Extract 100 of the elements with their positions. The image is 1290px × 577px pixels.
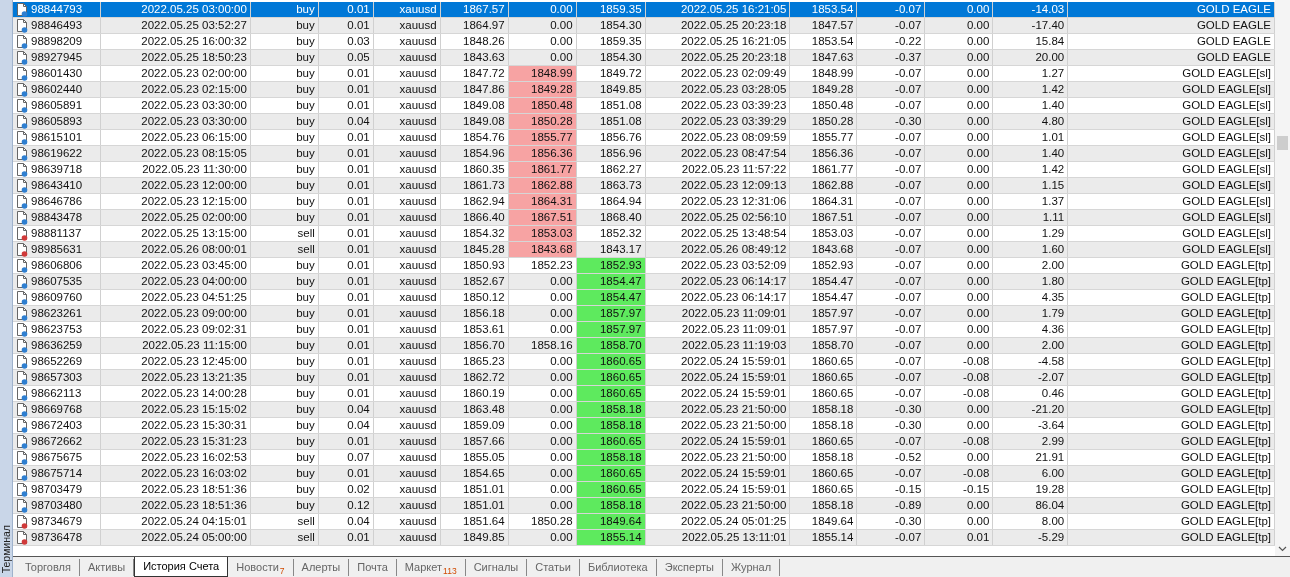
table-cell: 98606806 [31,258,83,273]
scroll-thumb[interactable] [1277,136,1288,150]
table-cell: 0.00 [925,338,994,353]
table-cell: xauusd [373,146,441,161]
table-row[interactable]: 98675714 2022.05.23 16:03:02 buy 0.01 xauusd 1854.65 0.00 1860.65 2022.05.24 15:59:01 1860.65 -0.07 -0.08 6.00 GOLD EAGLE[tp] [13,466,1275,482]
table-cell: 2022.05.23 08:15:05 [100,146,251,161]
table-cell: 2022.05.23 06:15:00 [100,130,251,145]
table-row[interactable]: 98619622 2022.05.23 08:15:05 buy 0.01 xauusd 1854.96 1856.36 1856.96 2022.05.23 08:47:54 1856.36 -0.07 0.00 1.40 GOLD EAGLE[sl] [13,146,1275,162]
table-cell: 2022.05.25 03:00:00 [100,2,251,17]
table-cell: 2022.05.23 03:30:00 [100,114,251,129]
table-cell: 1.80 [993,274,1069,289]
table-cell: -21.20 [993,402,1069,417]
tab[interactable]: Торговля [17,559,80,576]
table-cell: 1865.23 [440,354,509,369]
table-cell: 1854.30 [576,50,646,65]
scrollbar[interactable] [1275,0,1290,556]
chevron-down-icon[interactable] [1278,546,1287,552]
table-cell: 1858.18 [790,498,858,513]
table-row[interactable]: 98844793 2022.05.25 03:00:00 buy 0.01 xauusd 1867.57 0.00 1859.35 2022.05.25 16:21:05 1853.54 -0.07 0.00 -14.03 GOLD EAGLE [13,2,1275,18]
table-cell: 2022.05.23 11:19:03 [645,338,791,353]
table-row[interactable]: 98657303 2022.05.23 13:21:35 buy 0.01 xauusd 1862.72 0.00 1860.65 2022.05.24 15:59:01 1860.65 -0.07 -0.08 -2.07 GOLD EAGLE[tp] [13,370,1275,386]
table-cell: 1.11 [993,210,1069,225]
tab[interactable]: Статьи [527,559,580,576]
table-cell: 0.01 [318,2,374,17]
table-cell: 1850.28 [790,114,858,129]
table-cell: 4.36 [993,322,1069,337]
table-cell: -0.30 [857,402,926,417]
table-cell: -5.29 [993,530,1069,545]
tab[interactable]: Маркет$_{113}$ [396,559,466,576]
table-row[interactable]: 98985631 2022.05.26 08:00:01 sell 0.01 xauusd 1845.28 1843.68 1843.17 2022.05.26 08:49:12 1843.68 -0.07 0.00 1.60 GOLD EAGLE[sl] [13,242,1275,258]
tab[interactable]: Журнал [722,559,781,576]
table-cell: 1849.08 [440,114,509,129]
table-row[interactable]: 98605893 2022.05.23 03:30:00 buy 0.04 xauusd 1849.08 1850.28 1851.08 2022.05.23 03:39:29 1850.28 -0.30 0.00 4.80 GOLD EAGLE[sl] [13,114,1275,130]
table-cell: 1851.08 [576,98,646,113]
table-cell: 2022.05.24 15:59:01 [645,482,791,497]
table-cell: 2022.05.25 16:21:05 [645,34,791,49]
table-cell: 0.00 [508,450,577,465]
table-row[interactable]: 98643410 2022.05.23 12:00:00 buy 0.01 xauusd 1861.73 1862.88 1863.73 2022.05.23 12:09:13 1862.88 -0.07 0.00 1.15 GOLD EAGLE[sl] [13,178,1275,194]
table-cell: 0.00 [925,50,994,65]
table-cell: 1848.99 [508,66,577,81]
table-cell: 1850.28 [508,514,577,529]
table-cell: 1854.47 [576,290,646,305]
table-cell: 1862.88 [508,178,577,193]
table-cell: xauusd [373,82,441,97]
table-cell: 2022.05.23 11:09:01 [645,322,791,337]
table-cell: buy [250,290,319,305]
table-cell: 1850.28 [508,114,577,129]
table-row[interactable]: 98623261 2022.05.23 09:00:00 buy 0.01 xauusd 1856.18 0.00 1857.97 2022.05.23 11:09:01 1857.97 -0.07 0.00 1.79 GOLD EAGLE[tp] [13,306,1275,322]
table-cell: 0.01 [318,18,374,33]
table-cell: buy [250,418,319,433]
table-row[interactable]: 98672662 2022.05.23 15:31:23 buy 0.01 xauusd 1857.66 0.00 1860.65 2022.05.24 15:59:01 1860.65 -0.07 -0.08 2.99 GOLD EAGLE[tp] [13,434,1275,450]
table-row[interactable]: 98736478 2022.05.24 05:00:00 sell 0.01 xauusd 1849.85 0.00 1855.14 2022.05.25 13:11:01 1855.14 -0.07 0.01 -5.29 GOLD EAGLE[tp] [13,530,1275,546]
table-row[interactable]: 98602440 2022.05.23 02:15:00 buy 0.01 xauusd 1847.86 1849.28 1849.85 2022.05.23 03:28:05 1849.28 -0.07 0.00 1.42 GOLD EAGLE[sl] [13,82,1275,98]
table-cell: 1868.40 [576,210,646,225]
tab[interactable]: Сигналы [465,559,528,576]
table-row[interactable]: 98669768 2022.05.23 15:15:02 buy 0.04 xauusd 1863.48 0.00 1858.18 2022.05.23 21:50:00 1858.18 -0.30 0.00 -21.20 GOLD EAGLE[tp] [13,402,1275,418]
table-cell: 1.42 [993,162,1069,177]
table-row[interactable]: 98927945 2022.05.25 18:50:23 buy 0.05 xauusd 1843.63 0.00 1854.30 2022.05.25 20:23:18 1847.63 -0.37 0.00 20.00 GOLD EAGLE [13,50,1275,66]
table-cell: -0.07 [857,466,926,481]
table-cell: 1858.18 [790,402,858,417]
table-cell: -0.07 [857,258,926,273]
tab[interactable]: Эксперты [656,559,723,576]
table-cell: 1847.57 [790,18,858,33]
table-cell: sell [250,530,319,545]
tab[interactable]: Библиотека [579,559,657,576]
table-cell: 1867.51 [790,210,858,225]
table-cell: 0.01 [318,242,374,257]
tab[interactable]: Алерты [293,559,350,576]
table-row[interactable]: 98636259 2022.05.23 11:15:00 buy 0.01 xauusd 1856.70 1858.16 1858.70 2022.05.23 11:19:03 1858.70 -0.07 0.00 2.00 GOLD EAGLE[tp] [13,338,1275,354]
table-row[interactable]: 98703480 2022.05.23 18:51:36 buy 0.12 xauusd 1851.01 0.00 1858.18 2022.05.23 21:50:00 1858.18 -0.89 0.00 86.04 GOLD EAGLE[tp] [13,498,1275,514]
table-row[interactable]: 98843478 2022.05.25 02:00:00 buy 0.01 xauusd 1866.40 1867.51 1868.40 2022.05.25 02:56:10 1867.51 -0.07 0.00 1.11 GOLD EAGLE[sl] [13,210,1275,226]
table-cell: buy [250,98,319,113]
table-cell: 98657303 [31,370,83,385]
table-cell: 1862.27 [576,162,646,177]
table-cell: 1854.47 [790,290,858,305]
table-cell: 0.01 [318,386,374,401]
table-cell: 2.00 [993,338,1069,353]
table-cell: 1858.16 [508,338,577,353]
table-cell: 1851.01 [440,498,509,513]
table-row[interactable]: 98607535 2022.05.23 04:00:00 buy 0.01 xauusd 1852.67 0.00 1854.47 2022.05.23 06:14:17 1854.47 -0.07 0.00 1.80 GOLD EAGLE[tp] [13,274,1275,290]
table-cell: 1860.65 [790,386,858,401]
table-cell: 1856.96 [576,146,646,161]
table-cell: 2022.05.25 02:56:10 [645,210,791,225]
tab[interactable]: Почта [349,559,397,576]
table-cell: 1867.57 [440,2,509,17]
table-row[interactable]: 98846493 2022.05.25 03:52:27 buy 0.01 xauusd 1864.97 0.00 1854.30 2022.05.25 20:23:18 1847.57 -0.07 0.00 -17.40 GOLD EAGLE [13,18,1275,34]
table-cell: xauusd [373,2,441,17]
table-cell: 2.99 [993,434,1069,449]
table-cell: 2022.05.24 15:59:01 [645,466,791,481]
table-cell: xauusd [373,338,441,353]
table-cell: buy [250,82,319,97]
table-cell: 1860.65 [790,434,858,449]
table-cell: 98605891 [31,98,83,113]
table-cell: 98605893 [31,114,83,129]
table-cell: 1.27 [993,66,1069,81]
tab[interactable]: Новости$_{7}$ [228,559,294,576]
table-cell: 1847.72 [440,66,509,81]
tab[interactable]: История Счета [134,557,229,577]
table-cell: buy [250,178,319,193]
table-cell: 0.01 [318,66,374,81]
